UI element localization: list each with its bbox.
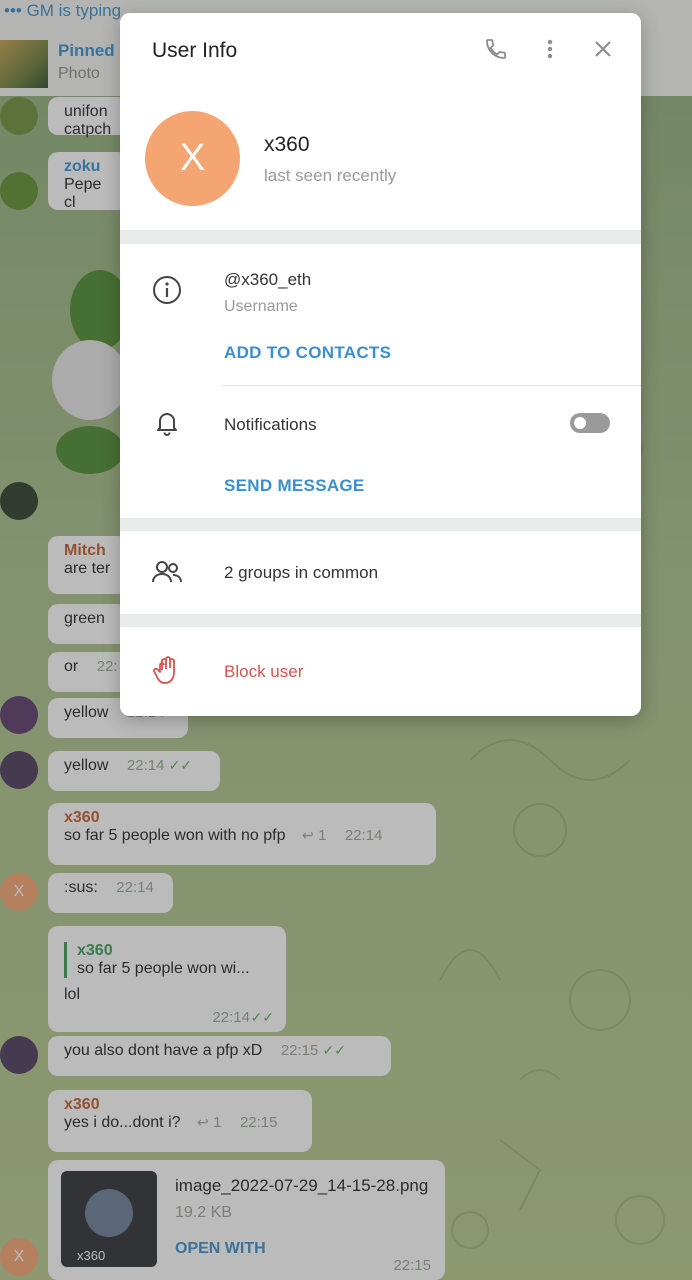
username-label: Username [224, 298, 298, 315]
info-section: @x360_eth Username ADD TO CONTACTS Notif… [120, 244, 641, 518]
hand-block-icon [151, 654, 183, 686]
notifications-toggle[interactable] [570, 413, 610, 433]
profile-avatar[interactable]: X [145, 111, 240, 206]
block-section[interactable]: Block user [120, 627, 641, 716]
last-seen-status: last seen recently [264, 166, 397, 185]
notifications-label: Notifications [224, 415, 317, 434]
user-info-dialog: User Info X x360 last seen recently @x36… [120, 13, 641, 716]
close-icon[interactable] [589, 35, 617, 63]
more-options-icon[interactable] [536, 35, 564, 63]
username-value[interactable]: @x360_eth [224, 270, 311, 290]
groups-section[interactable]: 2 groups in common [120, 531, 641, 614]
phone-icon[interactable] [482, 35, 510, 63]
profile-name: x360 [264, 133, 310, 156]
block-user-button[interactable]: Block user [224, 662, 303, 682]
profile-section: User Info X x360 last seen recently [120, 13, 641, 230]
add-to-contacts-button[interactable]: ADD TO CONTACTS [224, 343, 391, 363]
groups-icon [151, 556, 183, 588]
dialog-title: User Info [152, 39, 238, 62]
groups-in-common[interactable]: 2 groups in common [224, 563, 378, 583]
bell-icon [151, 407, 183, 439]
send-message-button[interactable]: SEND MESSAGE [224, 476, 365, 496]
info-icon [151, 274, 183, 306]
divider [222, 385, 641, 386]
